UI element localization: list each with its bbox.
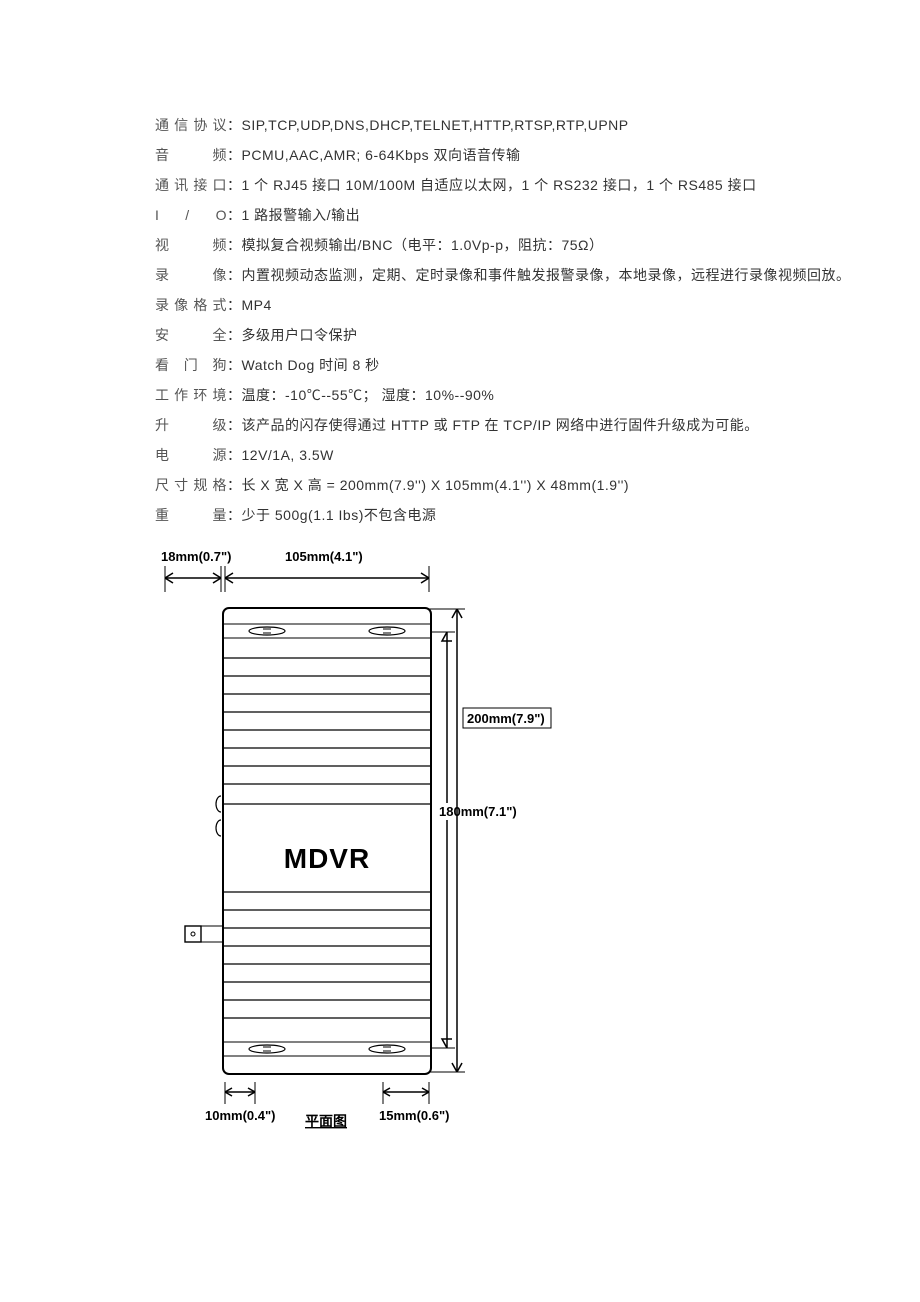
spec-row: 尺寸规格：长 X 宽 X 高 = 200mm(7.9'') X 105mm(4.… — [155, 470, 880, 500]
spec-row: 看 门 狗：Watch Dog 时间 8 秒 — [155, 350, 880, 380]
spec-value: 1 路报警输入/输出 — [242, 207, 361, 223]
spec-value: 模拟复合视频输出/BNC（电平：1.0Vp-p，阻抗：75Ω） — [242, 237, 604, 253]
device-body — [223, 608, 431, 1074]
spec-value: 多级用户口令保护 — [242, 327, 358, 343]
spec-row: 工作环境：温度：-10℃--55℃； 湿度：10%--90% — [155, 380, 880, 410]
spec-row: 通讯接口：1 个 RJ45 接口 10M/100M 自适应以太网，1 个 RS2… — [155, 170, 880, 200]
spec-row: 录像格式：MP4 — [155, 290, 880, 320]
spec-value: 少于 500g(1.1 Ibs)不包含电源 — [242, 507, 437, 523]
spec-label: 尺寸规格 — [155, 470, 227, 500]
spec-label: 录像格式 — [155, 290, 227, 320]
spec-label: 音 频 — [155, 140, 227, 170]
dim-10mm-label: 10mm(0.4") — [205, 1108, 275, 1123]
spec-value: 长 X 宽 X 高 = 200mm(7.9'') X 105mm(4.1'') … — [242, 477, 630, 493]
dim-180mm-label: 180mm(7.1") — [439, 804, 517, 819]
spec-label: 重 量 — [155, 500, 227, 530]
spec-row: 音 频：PCMU,AAC,AMR; 6-64Kbps 双向语音传输 — [155, 140, 880, 170]
spec-label: 看 门 狗 — [155, 350, 227, 380]
dim-200mm-label: 200mm(7.9") — [467, 711, 545, 726]
page: 通信协议：SIP,TCP,UDP,DNS,DHCP,TELNET,HTTP,RT… — [0, 0, 920, 1188]
spec-value: SIP,TCP,UDP,DNS,DHCP,TELNET,HTTP,RTSP,RT… — [242, 117, 629, 133]
spec-row: I / O：1 路报警输入/输出 — [155, 200, 880, 230]
spec-value: 温度：-10℃--55℃； 湿度：10%--90% — [242, 387, 495, 403]
spec-label: 电 源 — [155, 440, 227, 470]
spec-row: 安 全：多级用户口令保护 — [155, 320, 880, 350]
spec-label: 视 频 — [155, 230, 227, 260]
spec-value: Watch Dog 时间 8 秒 — [242, 357, 380, 373]
spec-label: 录 像 — [155, 260, 227, 290]
spec-value: 内置视频动态监测，定期、定时录像和事件触发报警录像，本地录像，远程进行录像视频回… — [242, 267, 851, 283]
spec-label: 安 全 — [155, 320, 227, 350]
side-tab — [185, 926, 201, 942]
spec-row: 通信协议：SIP,TCP,UDP,DNS,DHCP,TELNET,HTTP,RT… — [155, 110, 880, 140]
spec-label: 升 级 — [155, 410, 227, 440]
dimension-diagram: 18mm(0.7") 105mm(4.1") — [155, 548, 615, 1148]
spec-row: 视 频：模拟复合视频输出/BNC（电平：1.0Vp-p，阻抗：75Ω） — [155, 230, 880, 260]
spec-value: MP4 — [242, 297, 272, 313]
spec-label: I / O — [155, 200, 227, 230]
spec-row: 重 量：少于 500g(1.1 Ibs)不包含电源 — [155, 500, 880, 530]
dim-18mm-label: 18mm(0.7") — [161, 549, 231, 564]
spec-list: 通信协议：SIP,TCP,UDP,DNS,DHCP,TELNET,HTTP,RT… — [155, 110, 880, 530]
spec-label: 工作环境 — [155, 380, 227, 410]
diagram-caption: 平面图 — [305, 1113, 347, 1129]
spec-value: 该产品的闪存使得通过 HTTP 或 FTP 在 TCP/IP 网络中进行固件升级… — [242, 417, 759, 433]
spec-value: PCMU,AAC,AMR; 6-64Kbps 双向语音传输 — [242, 147, 521, 163]
spec-row: 录 像：内置视频动态监测，定期、定时录像和事件触发报警录像，本地录像，远程进行录… — [155, 260, 880, 290]
device-label: MDVR — [284, 843, 370, 874]
spec-label: 通信协议 — [155, 110, 227, 140]
dim-105mm-label: 105mm(4.1") — [285, 549, 363, 564]
dim-15mm-label: 15mm(0.6") — [379, 1108, 449, 1123]
spec-value: 1 个 RJ45 接口 10M/100M 自适应以太网，1 个 RS232 接口… — [242, 177, 757, 193]
spec-value: 12V/1A, 3.5W — [242, 447, 334, 463]
spec-label: 通讯接口 — [155, 170, 227, 200]
spec-row: 电 源：12V/1A, 3.5W — [155, 440, 880, 470]
spec-row: 升 级：该产品的闪存使得通过 HTTP 或 FTP 在 TCP/IP 网络中进行… — [155, 410, 880, 440]
